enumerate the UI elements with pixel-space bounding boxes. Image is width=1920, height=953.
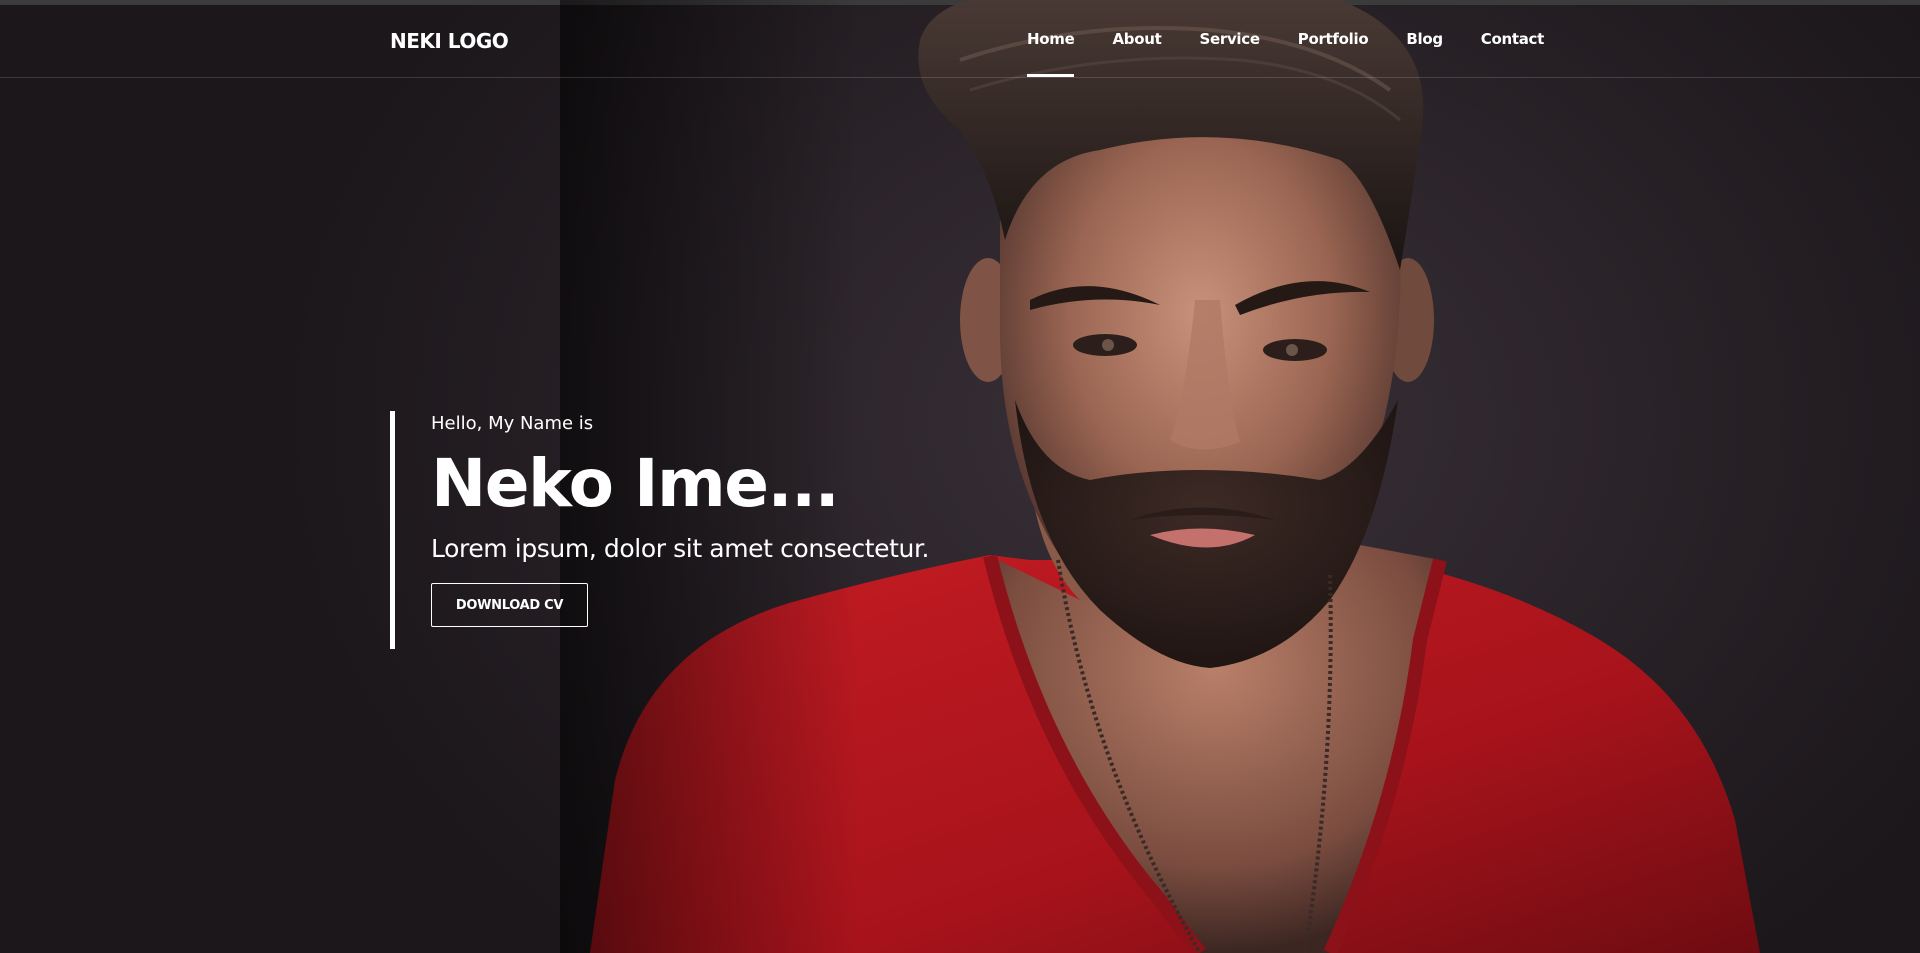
hero-name: Neko Ime...	[431, 445, 840, 522]
nav-item-home[interactable]: Home	[1027, 30, 1075, 77]
nav-item-portfolio[interactable]: Portfolio	[1298, 30, 1369, 77]
site-logo[interactable]: NEKI LOGO	[390, 29, 509, 53]
nav-item-contact[interactable]: Contact	[1481, 30, 1545, 77]
nav-item-blog[interactable]: Blog	[1406, 30, 1443, 77]
main-nav: Home About Service Portfolio Blog Contac…	[1027, 30, 1544, 77]
download-cv-button[interactable]: DOWNLOAD CV	[431, 583, 588, 627]
nav-item-about[interactable]: About	[1112, 30, 1161, 77]
hero-tagline: Lorem ipsum, dolor sit amet consectetur.	[431, 534, 930, 563]
top-navbar: NEKI LOGO Home About Service Portfolio B…	[0, 5, 1920, 78]
hero-page: NEKI LOGO Home About Service Portfolio B…	[0, 0, 1920, 953]
hero-greeting: Hello, My Name is	[431, 413, 594, 434]
hero-intro: Hello, My Name is Neko Ime... Lorem ipsu…	[390, 411, 929, 649]
nav-item-service[interactable]: Service	[1199, 30, 1260, 77]
